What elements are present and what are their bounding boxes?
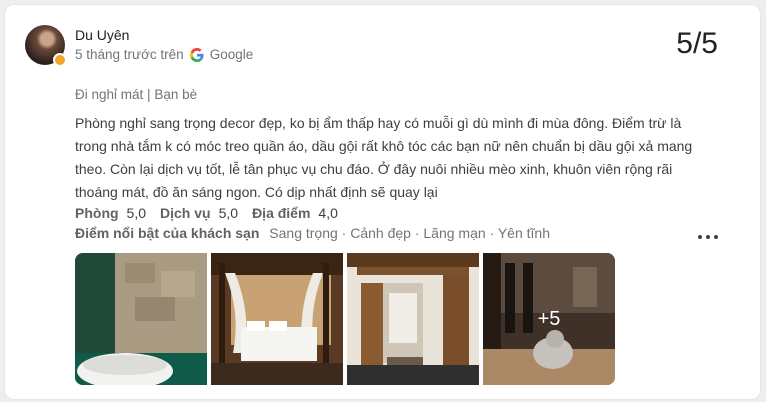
highlights-values: Sang trọng · Cảnh đẹp · Lãng mạn · Yên t… <box>269 225 550 241</box>
subrating-room: Phòng 5,0 <box>75 205 147 221</box>
review-time: 5 tháng trước trên <box>75 47 184 62</box>
local-guide-badge-icon <box>53 53 67 67</box>
review-photo-bathroom[interactable] <box>75 253 207 385</box>
review-source: Google <box>209 47 254 62</box>
more-options-button[interactable] <box>698 231 718 243</box>
review-photos: +5 <box>75 253 615 385</box>
more-vert-icon <box>698 235 702 239</box>
review-text: Phòng nghỉ sang trọng decor đẹp, ko bị ẩ… <box>75 115 693 200</box>
bathroom-photo-image <box>75 253 207 385</box>
trip-type: Đi nghỉ mát <box>75 87 144 102</box>
highlights-label: Điểm nổi bật của khách sạn <box>75 225 260 241</box>
review-photo-more[interactable]: +5 <box>483 253 615 385</box>
review-score: 5/5 <box>676 27 718 60</box>
subrating-location: Địa điểm 4,0 <box>252 205 338 221</box>
google-logo-icon <box>189 47 204 62</box>
review-meta: 5 tháng trước trên Google <box>75 47 253 62</box>
bedroom-photo-image <box>211 253 343 385</box>
doorway-photo-image <box>347 253 479 385</box>
more-photos-count: +5 <box>483 253 615 385</box>
trip-company: Bạn bè <box>154 87 198 102</box>
author-name[interactable]: Du Uyên <box>75 27 129 43</box>
hotel-highlights: Điểm nổi bật của khách sạn Sang trọng · … <box>75 225 550 241</box>
subrating-service: Dịch vụ 5,0 <box>160 205 239 221</box>
trip-info: Đi nghỉ mát | Bạn bè <box>75 87 197 102</box>
review-card: Du Uyên 5 tháng trước trên Google 5/5 Đi… <box>4 4 761 400</box>
review-photo-bedroom[interactable] <box>211 253 343 385</box>
subratings: Phòng 5,0 Dịch vụ 5,0 Địa điểm 4,0 <box>75 205 338 221</box>
review-photo-doorway[interactable] <box>347 253 479 385</box>
